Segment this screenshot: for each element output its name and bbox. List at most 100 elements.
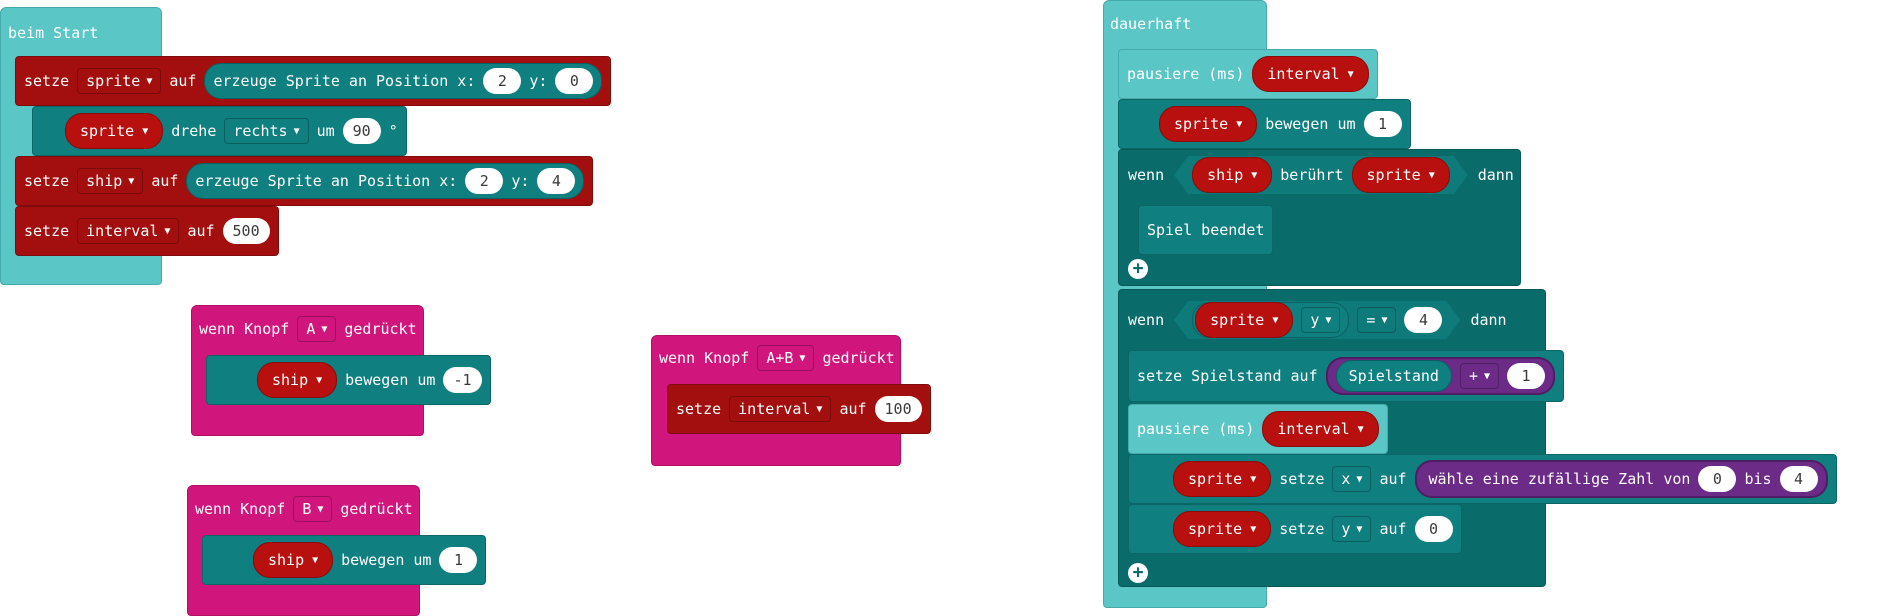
set-interval-block[interactable]: setze interval ▼ auf 100 xyxy=(667,384,931,434)
move-keyword: bewegen um xyxy=(1265,115,1356,133)
random-to-input[interactable]: 4 xyxy=(1779,466,1818,492)
chevron-down-icon: ▼ xyxy=(1356,523,1363,535)
y-label: y: xyxy=(511,172,530,190)
chevron-down-icon: ▼ xyxy=(317,503,324,515)
chevron-down-icon: ▼ xyxy=(1325,314,1332,326)
degrees-input[interactable]: 90 xyxy=(342,118,381,144)
button-dropdown-ab[interactable]: A+B ▼ xyxy=(757,345,815,371)
chevron-down-icon: ▼ xyxy=(128,175,135,187)
operator-dropdown[interactable]: = ▼ xyxy=(1357,307,1396,333)
property-dropdown-x[interactable]: x ▼ xyxy=(1332,466,1372,492)
move-block[interactable]: ship ▼ bewegen um -1 xyxy=(206,355,491,405)
if-keyword: wenn xyxy=(1128,311,1165,329)
pause-block[interactable]: pausiere (ms) interval ▼ xyxy=(1118,49,1378,99)
chevron-down-icon: ▼ xyxy=(1357,423,1364,435)
then-keyword: dann xyxy=(1470,311,1507,329)
ship-variable-pill[interactable]: ship ▼ xyxy=(253,542,334,578)
ship-variable-pill[interactable]: ship ▼ xyxy=(1192,157,1272,193)
interval-variable-pill[interactable]: interval ▼ xyxy=(1262,411,1379,447)
random-from-input[interactable]: 0 xyxy=(1698,466,1737,492)
math-operator-dropdown[interactable]: + ▼ xyxy=(1459,363,1499,389)
chevron-down-icon: ▼ xyxy=(816,403,823,415)
create-sprite-block[interactable]: erzeuge Sprite an Position x: 2 y: 4 xyxy=(186,163,585,199)
interval-variable-pill[interactable]: interval ▼ xyxy=(1252,56,1369,92)
to-label: bis xyxy=(1744,470,1772,488)
move-value-input[interactable]: 1 xyxy=(439,547,478,573)
set-keyword: setze xyxy=(676,400,722,418)
variable-dropdown-sprite[interactable]: sprite ▼ xyxy=(77,68,162,94)
move-keyword: bewegen um xyxy=(341,551,432,569)
by-keyword: um xyxy=(316,122,335,140)
on-start-label: beim Start xyxy=(8,24,99,42)
set-interval-block[interactable]: setze interval ▼ auf 500 xyxy=(15,206,279,256)
chevron-down-icon: ▼ xyxy=(1356,473,1363,485)
set-keyword: setze xyxy=(24,172,70,190)
add-else-icon[interactable]: + xyxy=(1128,563,1148,583)
chevron-down-icon: ▼ xyxy=(1381,314,1388,326)
sprite-variable-pill[interactable]: sprite ▼ xyxy=(65,113,164,149)
y-value-input[interactable]: 4 xyxy=(537,168,576,194)
ship-variable-pill[interactable]: ship ▼ xyxy=(257,362,338,398)
button-dropdown-a[interactable]: A ▼ xyxy=(297,316,337,342)
when-button-label: wenn Knopf xyxy=(199,320,290,338)
touches-condition[interactable]: ship ▼ berührt sprite ▼ xyxy=(1174,156,1468,194)
sprite-variable-pill[interactable]: sprite ▼ xyxy=(1352,157,1450,193)
sprite-variable-pill[interactable]: sprite ▼ xyxy=(1173,511,1272,547)
interval-value-input[interactable]: 100 xyxy=(874,396,922,422)
variable-dropdown-ship[interactable]: ship ▼ xyxy=(77,168,144,194)
to-keyword: auf xyxy=(839,400,867,418)
chevron-down-icon: ▼ xyxy=(1483,370,1490,382)
move-block[interactable]: ship ▼ bewegen um 1 xyxy=(202,535,487,585)
set-score-block[interactable]: setze Spielstand auf Spielstand + ▼ 1 xyxy=(1128,350,1564,402)
property-dropdown-y[interactable]: y ▼ xyxy=(1332,516,1372,542)
move-block[interactable]: sprite ▼ bewegen um 1 xyxy=(1118,99,1411,149)
create-sprite-block[interactable]: erzeuge Sprite an Position x: 2 y: 0 xyxy=(204,63,603,99)
chevron-down-icon: ▼ xyxy=(316,374,323,386)
create-sprite-label: erzeuge Sprite an Position x: xyxy=(213,72,476,90)
game-over-block[interactable]: Spiel beendet xyxy=(1138,205,1274,255)
set-sprite-block[interactable]: setze sprite ▼ auf erzeuge Sprite an Posi… xyxy=(15,56,612,106)
direction-dropdown[interactable]: rechts ▼ xyxy=(224,118,309,144)
compare-value-input[interactable]: 4 xyxy=(1404,307,1442,333)
set-sprite-x-block[interactable]: sprite ▼ setze x ▼ auf wähle eine zufällig… xyxy=(1128,454,1837,504)
interval-value-input[interactable]: 500 xyxy=(222,218,270,244)
sprite-variable-pill[interactable]: sprite ▼ xyxy=(1173,461,1272,497)
sprite-property-block[interactable]: sprite ▼ y ▼ xyxy=(1192,302,1349,338)
add-else-icon[interactable]: + xyxy=(1128,259,1148,279)
sprite-variable-pill[interactable]: sprite ▼ xyxy=(1195,302,1293,338)
sprite-variable-pill[interactable]: sprite ▼ xyxy=(1159,106,1258,142)
chevron-down-icon: ▼ xyxy=(1428,169,1435,181)
chevron-down-icon: ▼ xyxy=(164,225,171,237)
equals-condition[interactable]: sprite ▼ y ▼ = ▼ 4 xyxy=(1174,301,1460,339)
move-value-input[interactable]: -1 xyxy=(443,367,482,393)
score-reporter[interactable]: Spielstand xyxy=(1335,360,1452,392)
set-ship-block[interactable]: setze ship ▼ auf erzeuge Sprite an Positi… xyxy=(15,156,594,206)
chevron-down-icon: ▼ xyxy=(1250,473,1257,485)
pressed-label: gedrückt xyxy=(344,320,417,338)
x-value-input[interactable]: 2 xyxy=(483,68,522,94)
when-button-label: wenn Knopf xyxy=(659,349,750,367)
set-keyword: setze xyxy=(1279,520,1325,538)
random-number-block[interactable]: wähle eine zufällige Zahl von 0 bis 4 xyxy=(1414,460,1828,498)
property-dropdown-y[interactable]: y ▼ xyxy=(1301,307,1340,333)
add-value-input[interactable]: 1 xyxy=(1507,363,1545,389)
chevron-down-icon: ▼ xyxy=(1347,68,1354,80)
chevron-down-icon: ▼ xyxy=(1236,118,1243,130)
pause-block[interactable]: pausiere (ms) interval ▼ xyxy=(1128,404,1388,454)
to-keyword: auf xyxy=(1379,470,1407,488)
chevron-down-icon: ▼ xyxy=(312,554,319,566)
y-value-input[interactable]: 0 xyxy=(1414,516,1453,542)
turn-block[interactable]: sprite ▼ drehe rechts ▼ um 90 ° xyxy=(32,106,407,156)
math-operation-block[interactable]: Spielstand + ▼ 1 xyxy=(1325,357,1555,395)
x-value-input[interactable]: 2 xyxy=(465,168,504,194)
variable-dropdown-interval[interactable]: interval ▼ xyxy=(729,396,832,422)
chevron-down-icon: ▼ xyxy=(1251,169,1258,181)
set-sprite-y-block[interactable]: sprite ▼ setze y ▼ auf 0 xyxy=(1128,504,1462,554)
variable-dropdown-interval[interactable]: interval ▼ xyxy=(77,218,180,244)
button-dropdown-b[interactable]: B ▼ xyxy=(293,496,333,522)
chevron-down-icon: ▼ xyxy=(1272,314,1279,326)
y-value-input[interactable]: 0 xyxy=(555,68,594,94)
set-score-label: setze Spielstand auf xyxy=(1137,367,1318,385)
set-keyword: setze xyxy=(24,72,70,90)
move-value-input[interactable]: 1 xyxy=(1363,111,1402,137)
